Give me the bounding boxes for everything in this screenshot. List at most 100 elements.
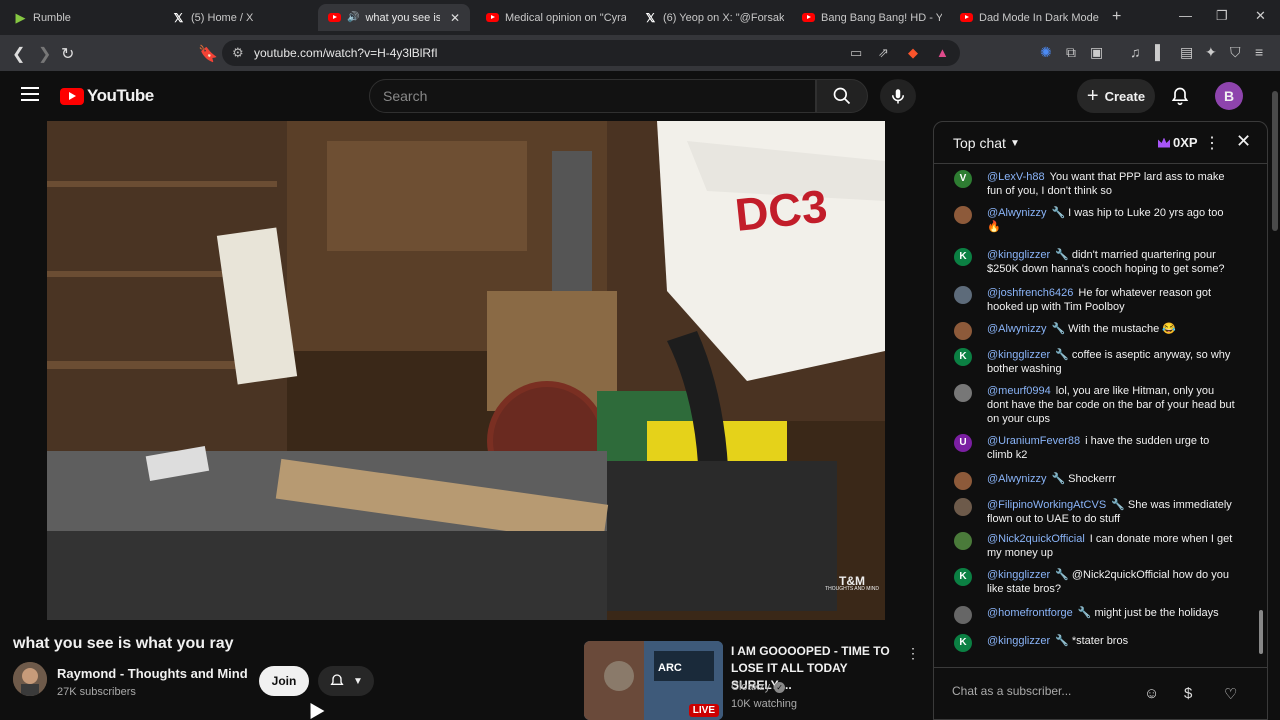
channel-avatar[interactable] [13,662,47,696]
back-icon[interactable]: ❮ [12,44,25,64]
bookmark-icon[interactable]: 🔖 [198,44,218,64]
search-box[interactable] [369,79,816,113]
chat-author-name[interactable]: @Alwynizzy [987,207,1046,219]
video-player[interactable]: DC3 T&M THOUGHTS AND MIND [47,121,885,620]
brave-rewards-icon[interactable]: ▲ [936,45,949,60]
chat-author-avatar[interactable]: K [954,348,972,366]
chat-author-name[interactable]: @Alwynizzy [987,323,1046,335]
tab-rumble[interactable]: ▶ Rumble [4,4,154,31]
reading-icon[interactable]: ▣ [1090,44,1103,61]
chat-author-name[interactable]: @homefrontforge [987,607,1073,619]
cast-icon[interactable]: ▭ [850,45,862,61]
leo-ai-icon[interactable]: ✦ [1205,44,1217,61]
youtube-logo[interactable]: YouTube [60,86,154,106]
forward-icon[interactable]: ❯ [38,44,51,64]
chat-author-name[interactable]: @FilipinoWorkingAtCVS [987,499,1106,511]
chat-input[interactable]: Chat as a subscriber... [952,684,1142,704]
chat-author-name[interactable]: @Alwynizzy [987,473,1046,485]
channel-watermark[interactable]: T&M THOUGHTS AND MIND [825,575,879,592]
address-bar[interactable]: ⚙ youtube.com/watch?v=H-4y3lBlRfI ▭ ⇗ ◆ … [222,40,960,66]
new-tab-icon[interactable]: + [1112,8,1121,26]
chat-author-avatar[interactable]: V [954,170,972,188]
chat-message-body: @homefrontforge 🔧 might just be the holida… [987,606,1237,620]
media-icon[interactable]: ♫ [1130,44,1141,60]
tab-bang-bang[interactable]: Bang Bang Bang! HD - Yo [792,4,942,31]
recommended-channel[interactable]: Cloakzy ✓ [731,681,786,693]
emoji-icon[interactable]: ☺ [1144,685,1159,702]
channel-name[interactable]: Raymond - Thoughts and Mind [57,666,248,681]
chat-author-avatar[interactable] [954,532,972,550]
window-close-icon[interactable]: ✕ [1255,8,1266,24]
page-scrollbar-thumb[interactable] [1272,91,1278,231]
chat-author-avatar[interactable] [954,498,972,516]
account-avatar[interactable]: B [1215,82,1243,110]
xp-badge[interactable]: 0XP [1158,135,1198,150]
sidebar-icon[interactable]: ▌ [1155,44,1165,60]
site-info-icon[interactable]: ⚙ [232,45,244,61]
chat-author-name[interactable]: @kingglizzer [987,635,1050,647]
browser-tab-bar: ▶ Rumble 𝕏 (5) Home / X 🔊 what you see i… [0,0,1280,35]
maximize-icon[interactable]: ❐ [1216,8,1228,24]
chat-mode-dropdown[interactable]: Top chat ▼ [953,135,1020,151]
join-button[interactable]: Join [259,666,309,696]
chat-author-name[interactable]: @kingglizzer [987,569,1050,581]
chat-message-body: @kingglizzer 🔧 @Nick2quickOfficial how do … [987,568,1237,596]
extension-icon[interactable]: ✺ [1040,44,1052,61]
search-button[interactable] [816,79,868,113]
tab-x-home[interactable]: 𝕏 (5) Home / X [162,4,312,31]
url-text[interactable]: youtube.com/watch?v=H-4y3lBlRfI [254,46,438,60]
menu-icon[interactable]: ≡ [1255,44,1263,60]
chat-scrollbar[interactable] [1259,170,1263,660]
close-tab-icon[interactable]: ✕ [450,11,460,25]
recommended-thumbnail[interactable]: ARC LIVE [584,641,723,720]
guide-menu-icon[interactable] [21,87,39,105]
subscription-notifications-button[interactable]: ▼ [318,666,374,696]
chat-author-avatar[interactable] [954,606,972,624]
chat-author-name[interactable]: @Nick2quickOfficial [987,533,1085,545]
chat-author-avatar[interactable]: K [954,248,972,266]
tab-medical-opinion[interactable]: Medical opinion on "Cyra [476,4,626,31]
chat-author-name[interactable]: @LexV-h88 [987,171,1045,183]
tab-youtube-active[interactable]: 🔊 what you see is wh ✕ [318,4,470,31]
live-chat-panel: Top chat ▼ 0XP ⋮ ✕ V @LexV-h88 You want th… [933,121,1268,720]
tab-x-yeop[interactable]: 𝕏 (6) Yeop on X: "@Forsaken [634,4,784,31]
chat-author-avatar[interactable] [954,322,972,340]
chat-author-avatar[interactable] [954,472,972,490]
chat-author-name[interactable]: @joshfrench6426 [987,287,1073,299]
chat-message-body: @Alwynizzy 🔧 With the mustache 😂 [987,322,1237,336]
watermark-subtext: THOUGHTS AND MIND [825,586,879,592]
minimize-icon[interactable]: — [1179,8,1192,23]
wrench-icon: 🔧 [1077,607,1092,619]
chat-author-name[interactable]: @kingglizzer [987,249,1050,261]
chat-author-avatar[interactable]: K [954,568,972,586]
wallet-icon[interactable]: ▤ [1180,44,1193,61]
create-button[interactable]: + Create [1077,79,1155,113]
more-options-icon[interactable]: ⋮ [906,645,920,662]
youtube-icon [802,13,815,22]
page-scrollbar[interactable] [1270,71,1280,720]
chat-author-avatar[interactable]: K [954,634,972,652]
chat-options-icon[interactable]: ⋮ [1204,133,1220,153]
super-chat-icon[interactable]: $ [1184,685,1192,702]
chat-author-avatar[interactable] [954,384,972,402]
chat-message-body: @Alwynizzy 🔧 Shockerrr [987,472,1237,486]
vpn-icon[interactable]: ⛉ [1230,44,1241,61]
search-input[interactable] [383,88,783,104]
share-icon[interactable]: ⇗ [878,45,889,61]
chat-author-name[interactable]: @UraniumFever88 [987,435,1080,447]
notifications-bell-icon[interactable] [1170,85,1190,107]
heart-icon[interactable]: ♡ [1224,685,1237,703]
brave-shield-icon[interactable]: ◆ [908,45,918,61]
voice-search-button[interactable] [880,79,916,113]
chat-author-avatar[interactable] [954,286,972,304]
reload-icon[interactable]: ↻ [61,44,74,64]
close-chat-icon[interactable]: ✕ [1236,131,1251,152]
chat-author-avatar[interactable]: U [954,434,972,452]
tab-dad-mode[interactable]: Dad Mode In Dark Mode [950,4,1100,31]
chat-author-avatar[interactable] [954,206,972,224]
chat-scrollbar-thumb[interactable] [1259,610,1263,654]
chat-author-name[interactable]: @meurf0994 [987,385,1051,397]
chat-author-name[interactable]: @kingglizzer [987,349,1050,361]
extensions-puzzle-icon[interactable]: ⧉ [1066,44,1076,61]
chat-message-body: @kingglizzer 🔧 *stater bros [987,634,1237,648]
